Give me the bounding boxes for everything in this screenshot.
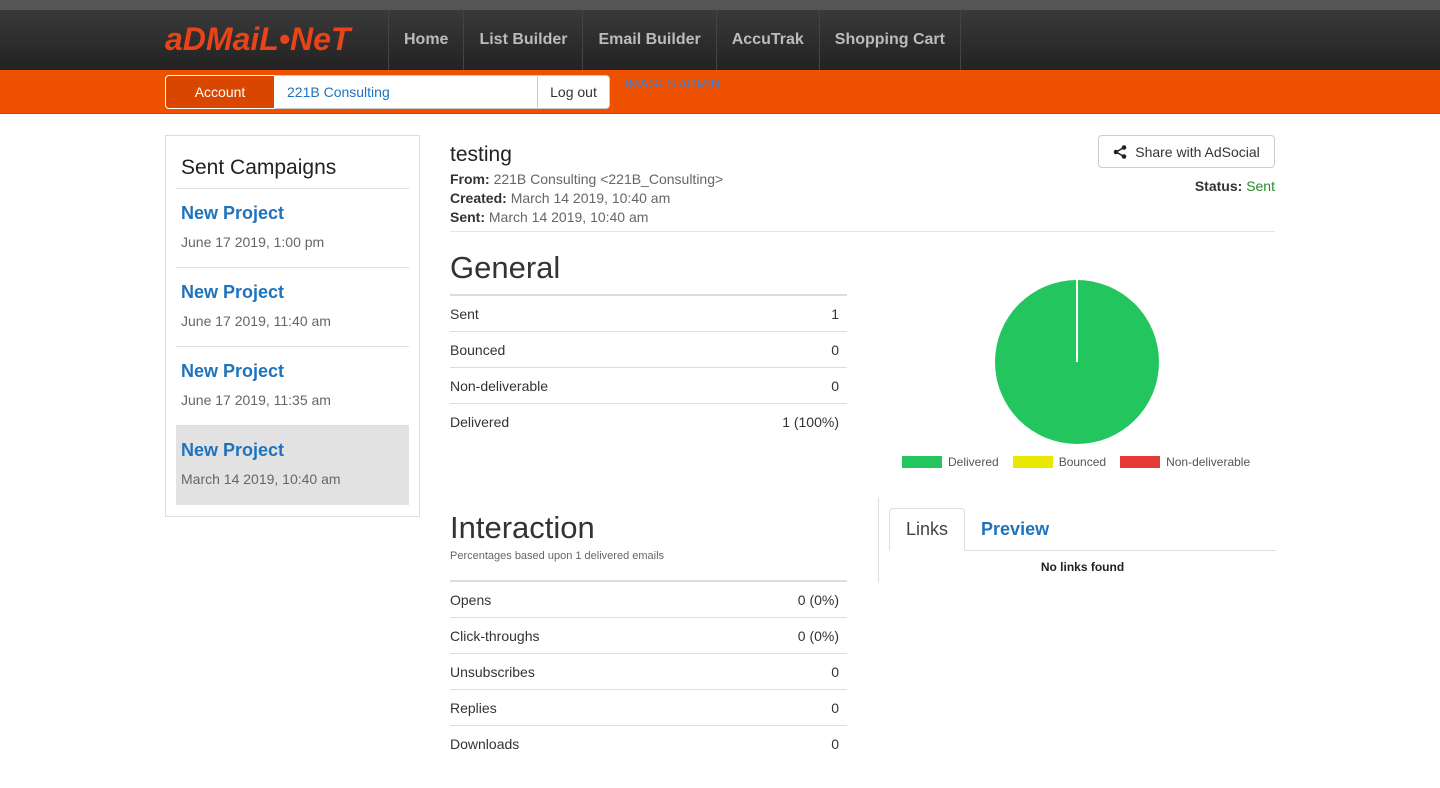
nav-home[interactable]: Home (388, 10, 463, 70)
tab-bar: Links Preview (889, 508, 1276, 551)
general-section: General Sent 1 Bounced 0 Non-deliverable 0 … (450, 250, 847, 440)
interaction-heading: Interaction (450, 510, 595, 545)
legend-label: Non-deliverable (1166, 455, 1251, 469)
campaign-item[interactable]: New Project June 17 2019, 1:00 pm (176, 189, 409, 268)
row-value: 1 (831, 305, 839, 322)
row-label: Click-throughs (450, 627, 540, 644)
chart-legend: Delivered Bounced Non-deliverable (902, 455, 1256, 469)
legend-swatch-bounced (1012, 456, 1053, 468)
top-navbar: aDMaiL•NeT Home List Builder Email Build… (0, 0, 1440, 70)
row-label: Bounced (450, 341, 506, 358)
table-row: Delivered 1 (100%) (450, 404, 847, 440)
campaign-meta: From: 221B Consulting <221B_Consulting> … (450, 170, 1275, 227)
nav-list-builder[interactable]: List Builder (463, 10, 582, 70)
general-heading: General (450, 250, 561, 285)
account-bar: Account 221B Consulting Log out IMAGES A… (0, 70, 1440, 114)
no-links-message: No links found (1040, 560, 1125, 574)
account-name-link[interactable]: 221B Consulting (275, 75, 537, 109)
status-label: Status: (1194, 178, 1243, 194)
interaction-section: Interaction Percentages based upon 1 del… (450, 510, 847, 762)
logo-wordmark: aDMaiL•NeT (165, 22, 353, 56)
row-value: 0 (0%) (797, 591, 839, 608)
table-row: Sent 1 (450, 296, 847, 332)
row-label: Downloads (450, 736, 520, 752)
row-value: 1 (100%) (782, 414, 839, 430)
row-value: 0 (831, 341, 839, 358)
campaign-date: June 17 2019, 11:35 am (181, 392, 331, 408)
table-row: Downloads 0 (450, 726, 847, 762)
account-group: Account 221B Consulting Log out (165, 75, 610, 109)
nav-email-builder[interactable]: Email Builder (582, 10, 715, 70)
legend-swatch-delivered (902, 456, 942, 468)
share-label: Share with AdSocial (1135, 143, 1260, 160)
delivery-pie-chart (900, 278, 1260, 478)
table-row: Unsubscribes 0 (450, 654, 847, 690)
campaign-title[interactable]: New Project (181, 203, 404, 224)
campaign-date: March 14 2019, 10:40 am (181, 471, 341, 487)
main-nav: Home List Builder Email Builder AccuTrak… (388, 10, 961, 70)
table-row: Non-deliverable 0 (450, 368, 847, 404)
row-label: Opens (450, 591, 492, 608)
row-value: 0 (831, 699, 839, 716)
sent-campaigns-panel: Sent Campaigns New Project June 17 2019,… (165, 135, 420, 517)
from-value: 221B Consulting <221B_Consulting> (493, 171, 724, 187)
sent-label: Sent: (450, 209, 485, 225)
legend-item: Non-deliverable (1120, 455, 1250, 469)
created-value: March 14 2019, 10:40 am (510, 190, 671, 206)
table-row: Replies 0 (450, 690, 847, 726)
campaign-title[interactable]: New Project (181, 361, 404, 382)
legend-label: Delivered (948, 455, 999, 469)
legend-item: Bounced (1012, 455, 1107, 469)
campaign-item[interactable]: New Project June 17 2019, 11:40 am (176, 268, 409, 347)
campaign-item-active[interactable]: New Project March 14 2019, 10:40 am (176, 426, 409, 505)
row-value: 0 (831, 663, 839, 680)
row-label: Sent (450, 305, 479, 322)
logout-button[interactable]: Log out (537, 75, 610, 109)
row-label: Delivered (450, 414, 510, 430)
row-label: Replies (450, 699, 497, 716)
row-label: Non-deliverable (450, 377, 549, 394)
table-row: Bounced 0 (450, 332, 847, 368)
created-label: Created: (450, 190, 507, 206)
images-admin-link[interactable]: IMAGES ADMIN (625, 76, 720, 91)
interaction-table: Opens 0 (0%) Click-throughs 0 (0%) Unsubsc… (450, 580, 847, 762)
share-icon (1113, 144, 1127, 159)
row-value: 0 (831, 377, 839, 394)
table-row: Click-throughs 0 (0%) (450, 618, 847, 654)
header-divider (450, 231, 1275, 232)
from-label: From: (450, 171, 490, 187)
legend-swatch-non-deliverable (1120, 456, 1161, 468)
legend-label: Bounced (1058, 455, 1107, 469)
table-row: Opens 0 (0%) (450, 582, 847, 618)
share-adsocial-button[interactable]: Share with AdSocial (1098, 135, 1275, 168)
row-label: Unsubscribes (450, 663, 535, 680)
tab-preview[interactable]: Preview (965, 508, 1065, 551)
campaign-date: June 17 2019, 11:40 am (181, 313, 331, 329)
row-value: 0 (831, 736, 839, 752)
sent-value: March 14 2019, 10:40 am (488, 209, 649, 225)
admailnet-logo[interactable]: aDMaiL•NeT (165, 22, 375, 56)
nav-shopping-cart[interactable]: Shopping Cart (818, 10, 961, 70)
sidebar-title: Sent Campaigns (176, 146, 409, 189)
tab-links[interactable]: Links (889, 508, 966, 551)
general-table: Sent 1 Bounced 0 Non-deliverable 0 Delivere… (450, 294, 847, 440)
account-button[interactable]: Account (165, 75, 275, 109)
campaign-title[interactable]: New Project (181, 282, 404, 303)
campaign-title[interactable]: New Project (181, 440, 404, 461)
status-line: Status: Sent (1195, 178, 1275, 194)
status-value: Sent (1246, 178, 1275, 194)
pie-svg (995, 280, 1159, 444)
interaction-note: Percentages based upon 1 delivered email… (450, 550, 665, 562)
svg-text:aDMaiL•NeT: aDMaiL•NeT (165, 22, 353, 56)
links-preview-panel: Links Preview No links found (878, 497, 1276, 583)
legend-item: Delivered (902, 455, 999, 469)
row-value: 0 (0%) (797, 627, 839, 644)
campaign-item[interactable]: New Project June 17 2019, 11:35 am (176, 347, 409, 426)
campaign-header: testing From: 221B Consulting <221B_Cons… (450, 135, 1275, 232)
nav-accutrak[interactable]: AccuTrak (715, 10, 819, 70)
campaign-date: June 17 2019, 1:00 pm (181, 234, 325, 250)
